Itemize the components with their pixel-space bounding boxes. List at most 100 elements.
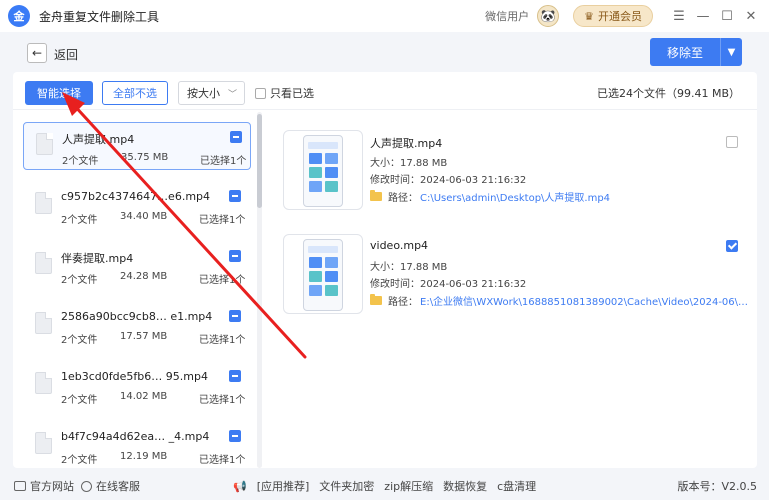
monitor-icon <box>14 481 26 491</box>
avatar[interactable]: 🐼 <box>537 5 560 27</box>
phone-preview-image <box>303 135 343 207</box>
folder-icon <box>370 190 382 201</box>
file-checkbox[interactable] <box>726 240 738 252</box>
list-item[interactable]: b4f7c94a4d62ea… _4.mp4 2个文件 12.19 MB 已选择… <box>23 422 251 468</box>
group-list-scrollbar[interactable] <box>257 112 262 468</box>
headset-icon <box>81 480 92 492</box>
title-bar: 金 金舟重复文件删除工具 微信用户 🐼 ♛ 开通会员 ☰ — ☐ ✕ <box>0 0 769 32</box>
group-checkbox[interactable] <box>229 370 241 382</box>
action-bar: ← 返回 移除至 ▼ <box>0 32 769 72</box>
sort-value: 按大小 <box>187 87 220 100</box>
footer-link[interactable]: 数据恢复 <box>443 478 487 494</box>
vip-label: 开通会员 <box>598 10 642 23</box>
folder-icon <box>370 294 382 305</box>
group-file-name: 伴奏提取.mp4 <box>61 252 134 265</box>
close-icon[interactable]: ✕ <box>739 0 763 32</box>
file-name: 人声提取.mp4 <box>370 137 443 150</box>
group-file-name: 1eb3cd0fde5fb6… 95.mp4 <box>61 370 208 383</box>
group-checkbox[interactable] <box>229 430 241 442</box>
group-selected-count: 已选择1个 <box>199 215 246 226</box>
deselect-all-button[interactable]: 全部不选 <box>102 81 168 105</box>
file-size: 大小：17.88 MB <box>370 262 448 273</box>
file-icon <box>36 133 53 155</box>
app-title: 金舟重复文件删除工具 <box>39 9 160 24</box>
file-path-link[interactable]: E:\企业微信\WXWork\1688851081389002\Cache\Vi… <box>420 293 750 308</box>
path-label: 路径： <box>388 297 418 308</box>
preview-tile <box>325 167 338 178</box>
preview-tile <box>325 271 338 282</box>
user-avatar-icon: 🐼 <box>540 9 556 23</box>
scrollbar-thumb[interactable] <box>257 114 262 208</box>
file-icon <box>35 312 52 334</box>
file-name: video.mp4 <box>370 239 429 252</box>
group-checkbox[interactable] <box>229 310 241 322</box>
video-thumbnail[interactable] <box>283 234 363 314</box>
group-size: 14.02 MB <box>120 391 168 402</box>
group-selected-count: 已选择1个 <box>199 335 246 346</box>
list-item[interactable]: c957b2c4374647…e6.mp4 2个文件 34.40 MB 已选择1… <box>23 182 251 230</box>
version-label: 版本号：V2.0.5 <box>677 480 757 493</box>
group-checkbox[interactable] <box>230 131 242 143</box>
footer-link[interactable]: [应用推荐] <box>257 478 310 494</box>
minimize-icon[interactable]: — <box>691 0 715 32</box>
app-logo: 金 <box>8 5 30 27</box>
sort-select[interactable]: 按大小 ﹀ <box>178 81 245 105</box>
group-selected-count: 已选择1个 <box>199 455 246 466</box>
group-file-count: 2个文件 <box>61 335 98 346</box>
group-file-count: 2个文件 <box>61 395 98 406</box>
group-file-count: 2个文件 <box>61 275 98 286</box>
vip-button[interactable]: ♛ 开通会员 <box>573 5 653 27</box>
smart-select-button[interactable]: 智能选择 <box>25 81 93 105</box>
menu-icon[interactable]: ☰ <box>667 0 691 32</box>
footer-link[interactable]: c盘清理 <box>497 478 536 494</box>
duplicate-file-item[interactable]: video.mp4 大小：17.88 MB 修改时间：2024-06-03 21… <box>283 234 750 318</box>
file-icon <box>35 372 52 394</box>
main-panel: 智能选择 全部不选 按大小 ﹀ 只看已选 已选24个文件（99.41 MB） 人… <box>13 72 757 468</box>
path-label: 路径： <box>388 193 418 204</box>
group-selected-count: 已选择1个 <box>199 395 246 406</box>
file-path-row: 路径： E:\企业微信\WXWork\1688851081389002\Cach… <box>370 293 750 308</box>
preview-tile <box>325 181 338 192</box>
group-file-count: 2个文件 <box>62 156 99 167</box>
group-checkbox[interactable] <box>229 190 241 202</box>
back-button[interactable]: ← <box>27 43 47 63</box>
official-website-label: 官方网站 <box>30 480 74 493</box>
group-file-count: 2个文件 <box>61 215 98 226</box>
megaphone-icon: 📢 <box>233 479 247 493</box>
list-item[interactable]: 人声提取.mp4 2个文件 35.75 MB 已选择1个 <box>23 122 251 170</box>
list-item[interactable]: 1eb3cd0fde5fb6… 95.mp4 2个文件 14.02 MB 已选择… <box>23 362 251 410</box>
group-file-name: b4f7c94a4d62ea… _4.mp4 <box>61 430 210 443</box>
list-item[interactable]: 伴奏提取.mp4 2个文件 24.28 MB 已选择1个 <box>23 242 251 290</box>
file-path-link[interactable]: C:\Users\admin\Desktop\人声提取.mp4 <box>420 189 610 204</box>
file-size: 大小：17.88 MB <box>370 158 448 169</box>
user-name[interactable]: 微信用户 <box>485 8 529 24</box>
preview-tile <box>325 257 338 268</box>
file-checkbox[interactable] <box>726 136 738 148</box>
footer-link[interactable]: 文件夹加密 <box>319 478 374 494</box>
footer-link[interactable]: zip解压缩 <box>384 478 433 494</box>
group-checkbox[interactable] <box>229 250 241 262</box>
maximize-icon[interactable]: ☐ <box>715 0 739 32</box>
duplicate-file-item[interactable]: 人声提取.mp4 大小：17.88 MB 修改时间：2024-06-03 21:… <box>283 130 745 214</box>
duplicate-group-list: 人声提取.mp4 2个文件 35.75 MB 已选择1个 c957b2c4374… <box>23 122 263 468</box>
back-label[interactable]: 返回 <box>54 46 78 63</box>
chevron-down-icon[interactable]: ▼ <box>720 38 742 66</box>
move-to-button[interactable]: 移除至 ▼ <box>650 38 742 66</box>
group-size: 17.57 MB <box>120 331 168 342</box>
online-support-link[interactable]: 在线客服 <box>81 478 140 494</box>
official-website-link[interactable]: 官方网站 <box>14 478 74 494</box>
only-selected-checkbox[interactable] <box>255 87 266 99</box>
file-path-row: 路径： C:\Users\admin\Desktop\人声提取.mp4 <box>370 189 610 204</box>
only-selected-toggle[interactable]: 只看已选 <box>255 85 314 101</box>
arrow-left-icon: ← <box>31 46 43 60</box>
file-icon <box>35 432 52 454</box>
move-to-label[interactable]: 移除至 <box>650 38 720 66</box>
video-thumbnail[interactable] <box>283 130 363 210</box>
preview-tile <box>325 285 338 296</box>
list-item[interactable]: 2586a90bcc9cb8… e1.mp4 2个文件 17.57 MB 已选择… <box>23 302 251 350</box>
chevron-down-icon: ﹀ <box>227 90 237 100</box>
preview-header <box>308 246 338 253</box>
preview-tile <box>309 285 322 296</box>
group-file-name: 2586a90bcc9cb8… e1.mp4 <box>61 310 213 323</box>
file-modified-time: 修改时间：2024-06-03 21:16:32 <box>370 279 527 290</box>
